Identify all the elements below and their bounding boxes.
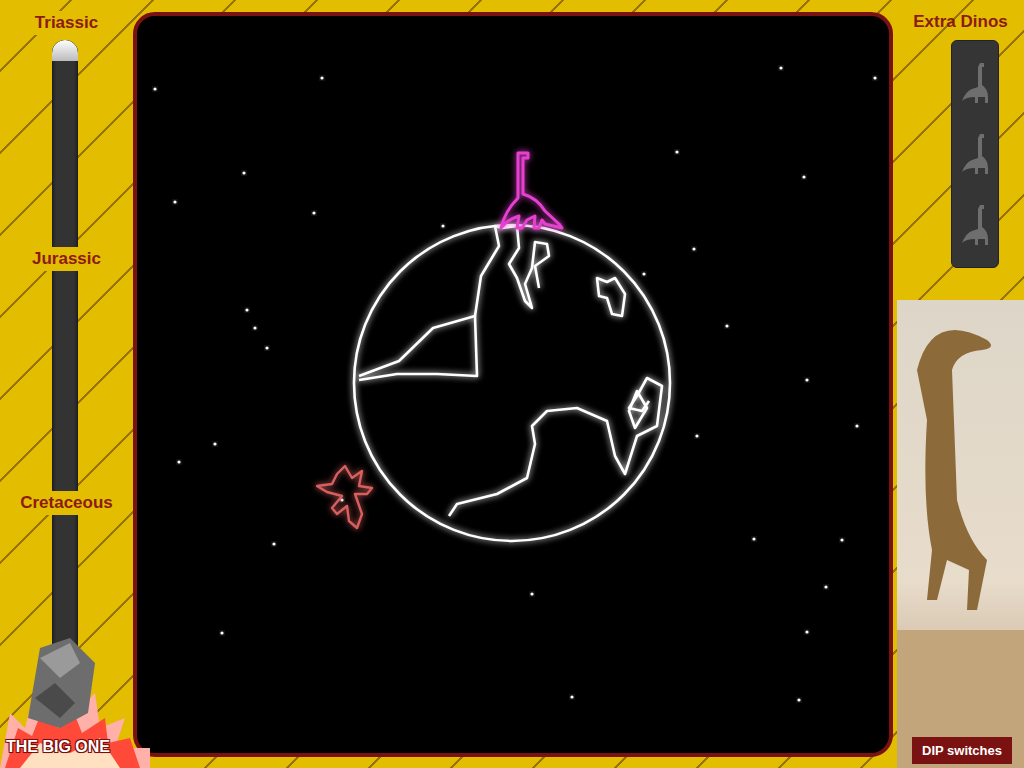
dinosaur-photo <box>897 300 1024 768</box>
era-label: Jurassic <box>28 247 105 271</box>
dino-life-icon <box>958 61 992 105</box>
extra-dinos-box <box>951 40 999 268</box>
dip-switches-button[interactable]: DIP switches <box>912 737 1012 764</box>
big-one-button[interactable]: THE BIG ONE <box>0 618 150 768</box>
slider-fill <box>52 40 78 61</box>
era-label: Triassic <box>31 11 102 35</box>
big-one-label: THE BIG ONE <box>6 738 110 756</box>
extra-dinos-label: Extra Dinos <box>913 12 1007 32</box>
dino-life-icon <box>958 132 992 176</box>
slider-track[interactable] <box>52 40 78 726</box>
game-screen[interactable] <box>133 12 893 757</box>
side-panel: Extra Dinos DIP switches <box>897 0 1024 768</box>
game-canvas <box>137 16 889 753</box>
era-label: Cretaceous <box>16 491 117 515</box>
era-panel: Triassic Jurassic Cretaceous THE BIG ONE <box>0 0 133 768</box>
dino-life-icon <box>958 203 992 247</box>
